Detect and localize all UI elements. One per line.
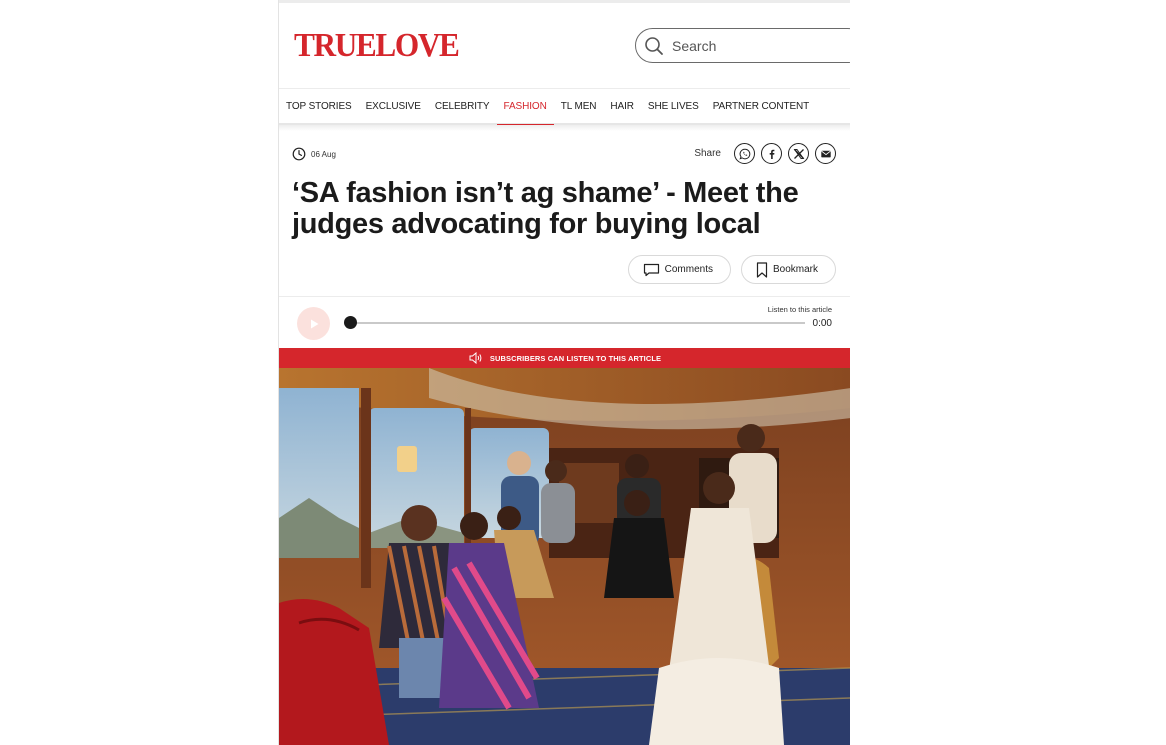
search-input[interactable]	[672, 37, 822, 54]
x-share-button[interactable]	[788, 143, 809, 164]
facebook-share-button[interactable]	[761, 143, 782, 164]
share-label: Share	[694, 148, 721, 159]
audio-progress-track[interactable]	[344, 316, 805, 329]
bookmark-label: Bookmark	[772, 264, 818, 275]
article-headline: ‘SA fashion isn’t ag shame’ - Meet the j…	[292, 177, 799, 240]
whatsapp-icon	[738, 148, 750, 159]
clock-icon	[292, 147, 306, 161]
nav-divider	[279, 125, 850, 131]
email-share-button[interactable]	[815, 143, 836, 164]
top-strip	[279, 0, 850, 3]
email-icon	[820, 150, 831, 157]
comment-icon	[643, 263, 659, 276]
audio-time: 0:00	[812, 318, 832, 329]
audio-player: Listen to this article 0:00	[279, 296, 850, 348]
share-bar: Share	[694, 143, 836, 164]
search-icon	[645, 36, 663, 55]
listen-label: Listen to this article	[767, 305, 832, 314]
bookmark-button[interactable]: Bookmark	[740, 255, 836, 284]
logo-text: TRUELOVE	[294, 27, 460, 64]
article-actions: Comments Bookmark	[618, 255, 836, 284]
x-icon	[793, 148, 804, 159]
hero-photo-group-on-train	[279, 368, 850, 745]
article-page: TRUELOVE TOP STORIES EXCLUSIVE CELEBRITY…	[278, 0, 850, 745]
nav-item-tl-men[interactable]: TL MEN	[561, 88, 597, 125]
nav-item-celebrity[interactable]: CELEBRITY	[435, 88, 490, 125]
play-button[interactable]	[297, 307, 330, 340]
subscriber-banner[interactable]: SUBSCRIBERS CAN LISTEN TO THIS ARTICLE	[279, 348, 850, 368]
audio-progress-knob[interactable]	[344, 316, 357, 329]
nav-item-hair[interactable]: HAIR	[610, 88, 634, 125]
play-icon	[310, 319, 318, 328]
search-box[interactable]	[635, 28, 850, 63]
comments-button[interactable]: Comments	[627, 255, 731, 284]
bookmark-icon	[756, 261, 768, 278]
speaker-icon	[469, 352, 482, 364]
truelove-logo[interactable]: TRUELOVE	[294, 28, 473, 64]
nav-item-fashion[interactable]: FASHION	[496, 88, 554, 127]
nav-item-partner-content[interactable]: PARTNER CONTENT	[713, 88, 810, 125]
comments-label: Comments	[664, 264, 713, 275]
hero-photo	[279, 368, 850, 745]
whatsapp-share-button[interactable]	[734, 143, 755, 164]
date-text: 06 Aug	[311, 149, 336, 159]
facebook-icon	[769, 149, 774, 159]
section-nav: TOP STORIES EXCLUSIVE CELEBRITY FASHION …	[279, 88, 850, 127]
article-date: 06 Aug	[292, 147, 336, 161]
nav-item-top-stories[interactable]: TOP STORIES	[286, 88, 352, 125]
nav-item-she-lives[interactable]: SHE LIVES	[648, 88, 699, 125]
banner-text: SUBSCRIBERS CAN LISTEN TO THIS ARTICLE	[489, 353, 662, 363]
nav-item-exclusive[interactable]: EXCLUSIVE	[366, 88, 421, 125]
